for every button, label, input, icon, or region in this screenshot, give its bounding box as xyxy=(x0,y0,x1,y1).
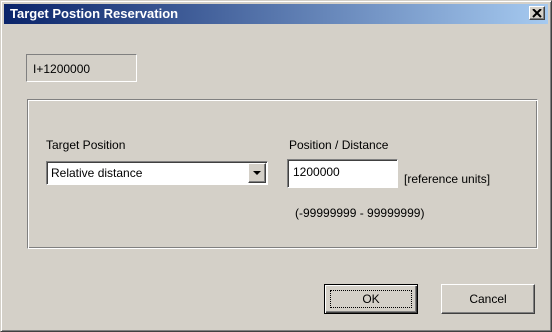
position-counter: I+1200000 xyxy=(26,54,137,82)
ok-button[interactable]: OK xyxy=(324,284,418,314)
target-position-dropdown-button[interactable] xyxy=(248,163,266,183)
cancel-button[interactable]: Cancel xyxy=(441,284,535,314)
position-distance-label: Position / Distance xyxy=(289,138,389,152)
position-counter-value: I+1200000 xyxy=(33,62,91,76)
window-title: Target Postion Reservation xyxy=(10,6,179,21)
position-distance-input[interactable]: 1200000 xyxy=(287,159,398,188)
dialog-window: Target Postion Reservation I+1200000 Tar… xyxy=(0,0,552,332)
focus-indicator xyxy=(330,290,412,308)
close-icon xyxy=(532,8,542,18)
target-position-select[interactable]: Relative distance xyxy=(46,161,268,185)
unit-label: [reference units] xyxy=(404,172,491,186)
cancel-button-label: Cancel xyxy=(469,292,507,306)
range-label: (-99999999 - 99999999) xyxy=(295,206,425,220)
close-button[interactable] xyxy=(529,6,545,20)
title-bar[interactable]: Target Postion Reservation xyxy=(4,4,548,24)
position-distance-value: 1200000 xyxy=(293,165,340,179)
target-position-label: Target Position xyxy=(46,138,126,152)
chevron-down-icon xyxy=(253,170,261,175)
target-position-selected: Relative distance xyxy=(51,166,143,180)
